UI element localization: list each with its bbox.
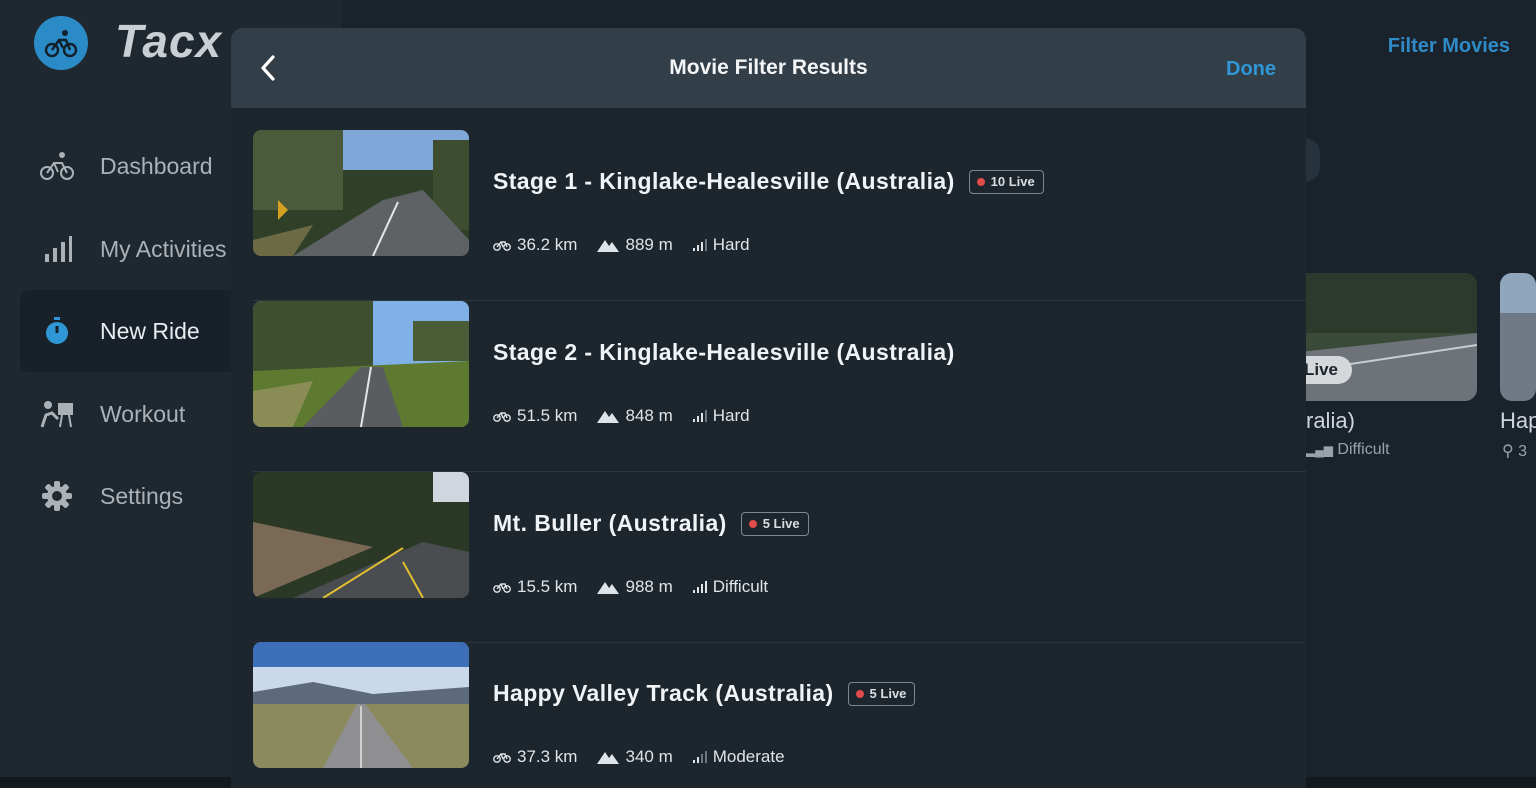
- distance-stat: 51.5 km: [493, 406, 577, 426]
- result-row[interactable]: Stage 1 - Kinglake-Healesville (Australi…: [253, 130, 1306, 301]
- gear-icon: [40, 479, 74, 513]
- difficulty-stat: Difficult: [692, 577, 768, 597]
- background-card-difficulty: ▂▄▆ Difficult: [1306, 441, 1390, 458]
- row-title: Mt. Buller (Australia) 5 Live: [493, 510, 809, 537]
- distance-stat: 15.5 km: [493, 577, 577, 597]
- difficulty-stat: Hard: [692, 235, 750, 255]
- mountain-icon: [597, 752, 620, 764]
- stopwatch-icon: [40, 314, 74, 348]
- bike-rider-icon: [40, 149, 74, 183]
- bike-icon: [493, 241, 511, 251]
- logo-wordmark: Tacx: [115, 15, 223, 67]
- cyclist-logo-icon: [44, 30, 78, 58]
- signal-icon: [692, 581, 707, 593]
- signal-icon: ▂▄▆: [1306, 443, 1333, 457]
- route-title: Mt. Buller (Australia): [493, 510, 727, 536]
- filter-movies-link[interactable]: Filter Movies: [1388, 35, 1510, 58]
- row-title: Stage 1 - Kinglake-Healesville (Australi…: [493, 168, 1044, 195]
- logo-badge: [34, 16, 88, 70]
- sidebar-item-label: My Activities: [100, 235, 227, 262]
- route-thumbnail[interactable]: [253, 301, 469, 427]
- background-card-distance: ⚲ 3: [1502, 443, 1528, 460]
- mountain-icon: [597, 411, 620, 423]
- bike-icon: ⚲: [1502, 443, 1514, 460]
- sidebar-item-label: Dashboard: [100, 152, 213, 179]
- result-row[interactable]: Mt. Buller (Australia) 5 Live 15.5 km 98…: [253, 472, 1306, 643]
- live-badge: 5 Live: [847, 681, 916, 706]
- row-title: Happy Valley Track (Australia) 5 Live: [493, 680, 916, 707]
- row-title: Stage 2 - Kinglake-Healesville (Australi…: [493, 339, 955, 366]
- signal-icon: [692, 410, 707, 422]
- elevation-stat: 889 m: [597, 235, 673, 255]
- bike-icon: [493, 412, 511, 422]
- route-title: Stage 1 - Kinglake-Healesville (Australi…: [493, 168, 955, 194]
- live-dot-icon: [748, 519, 757, 528]
- route-thumbnail[interactable]: [253, 642, 469, 768]
- bike-icon: [493, 583, 511, 593]
- route-thumbnail[interactable]: [253, 130, 469, 256]
- elevation-stat: 988 m: [597, 577, 673, 597]
- done-button[interactable]: Done: [1226, 58, 1276, 81]
- route-title: Stage 2 - Kinglake-Healesville (Australi…: [493, 339, 955, 365]
- route-title: Happy Valley Track (Australia): [493, 680, 834, 706]
- sidebar-item-label: Settings: [100, 482, 184, 509]
- result-row[interactable]: Happy Valley Track (Australia) 5 Live 37…: [253, 642, 1306, 788]
- difficulty-stat: Moderate: [692, 747, 785, 767]
- signal-icon: [692, 751, 707, 763]
- background-card-title: ralia): [1306, 408, 1355, 433]
- live-badge: 5 Live: [740, 511, 809, 536]
- sidebar-item-label: Workout: [100, 400, 186, 427]
- mountain-icon: [597, 582, 620, 594]
- difficulty-stat: Hard: [692, 406, 750, 426]
- bike-icon: [493, 753, 511, 763]
- result-row[interactable]: Stage 2 - Kinglake-Healesville (Australi…: [253, 301, 1306, 472]
- background-card-image[interactable]: [1500, 273, 1536, 401]
- distance-stat: 36.2 km: [493, 235, 577, 255]
- live-badge: 10 Live: [968, 169, 1044, 194]
- modal-header: Movie Filter Results Done: [231, 28, 1306, 108]
- background-card-title: Hap: [1500, 408, 1536, 433]
- bar-chart-icon: [40, 232, 74, 266]
- modal-title: Movie Filter Results: [669, 56, 868, 79]
- route-stats: 51.5 km 848 m Hard: [493, 406, 770, 426]
- route-stats: 36.2 km 889 m Hard: [493, 235, 770, 255]
- workout-icon: [40, 397, 74, 431]
- live-dot-icon: [855, 689, 864, 698]
- live-dot-icon: [976, 177, 985, 186]
- route-stats: 37.3 km 340 m Moderate: [493, 747, 805, 767]
- signal-icon: [692, 239, 707, 251]
- mountain-icon: [597, 240, 620, 252]
- elevation-stat: 340 m: [597, 747, 673, 767]
- route-thumbnail[interactable]: [253, 472, 469, 598]
- movie-filter-results-modal: Movie Filter Results Done Stage 1 - King…: [231, 28, 1306, 788]
- distance-stat: 37.3 km: [493, 747, 577, 767]
- elevation-stat: 848 m: [597, 406, 673, 426]
- route-stats: 15.5 km 988 m Difficult: [493, 577, 788, 597]
- sidebar-item-label: New Ride: [100, 317, 200, 344]
